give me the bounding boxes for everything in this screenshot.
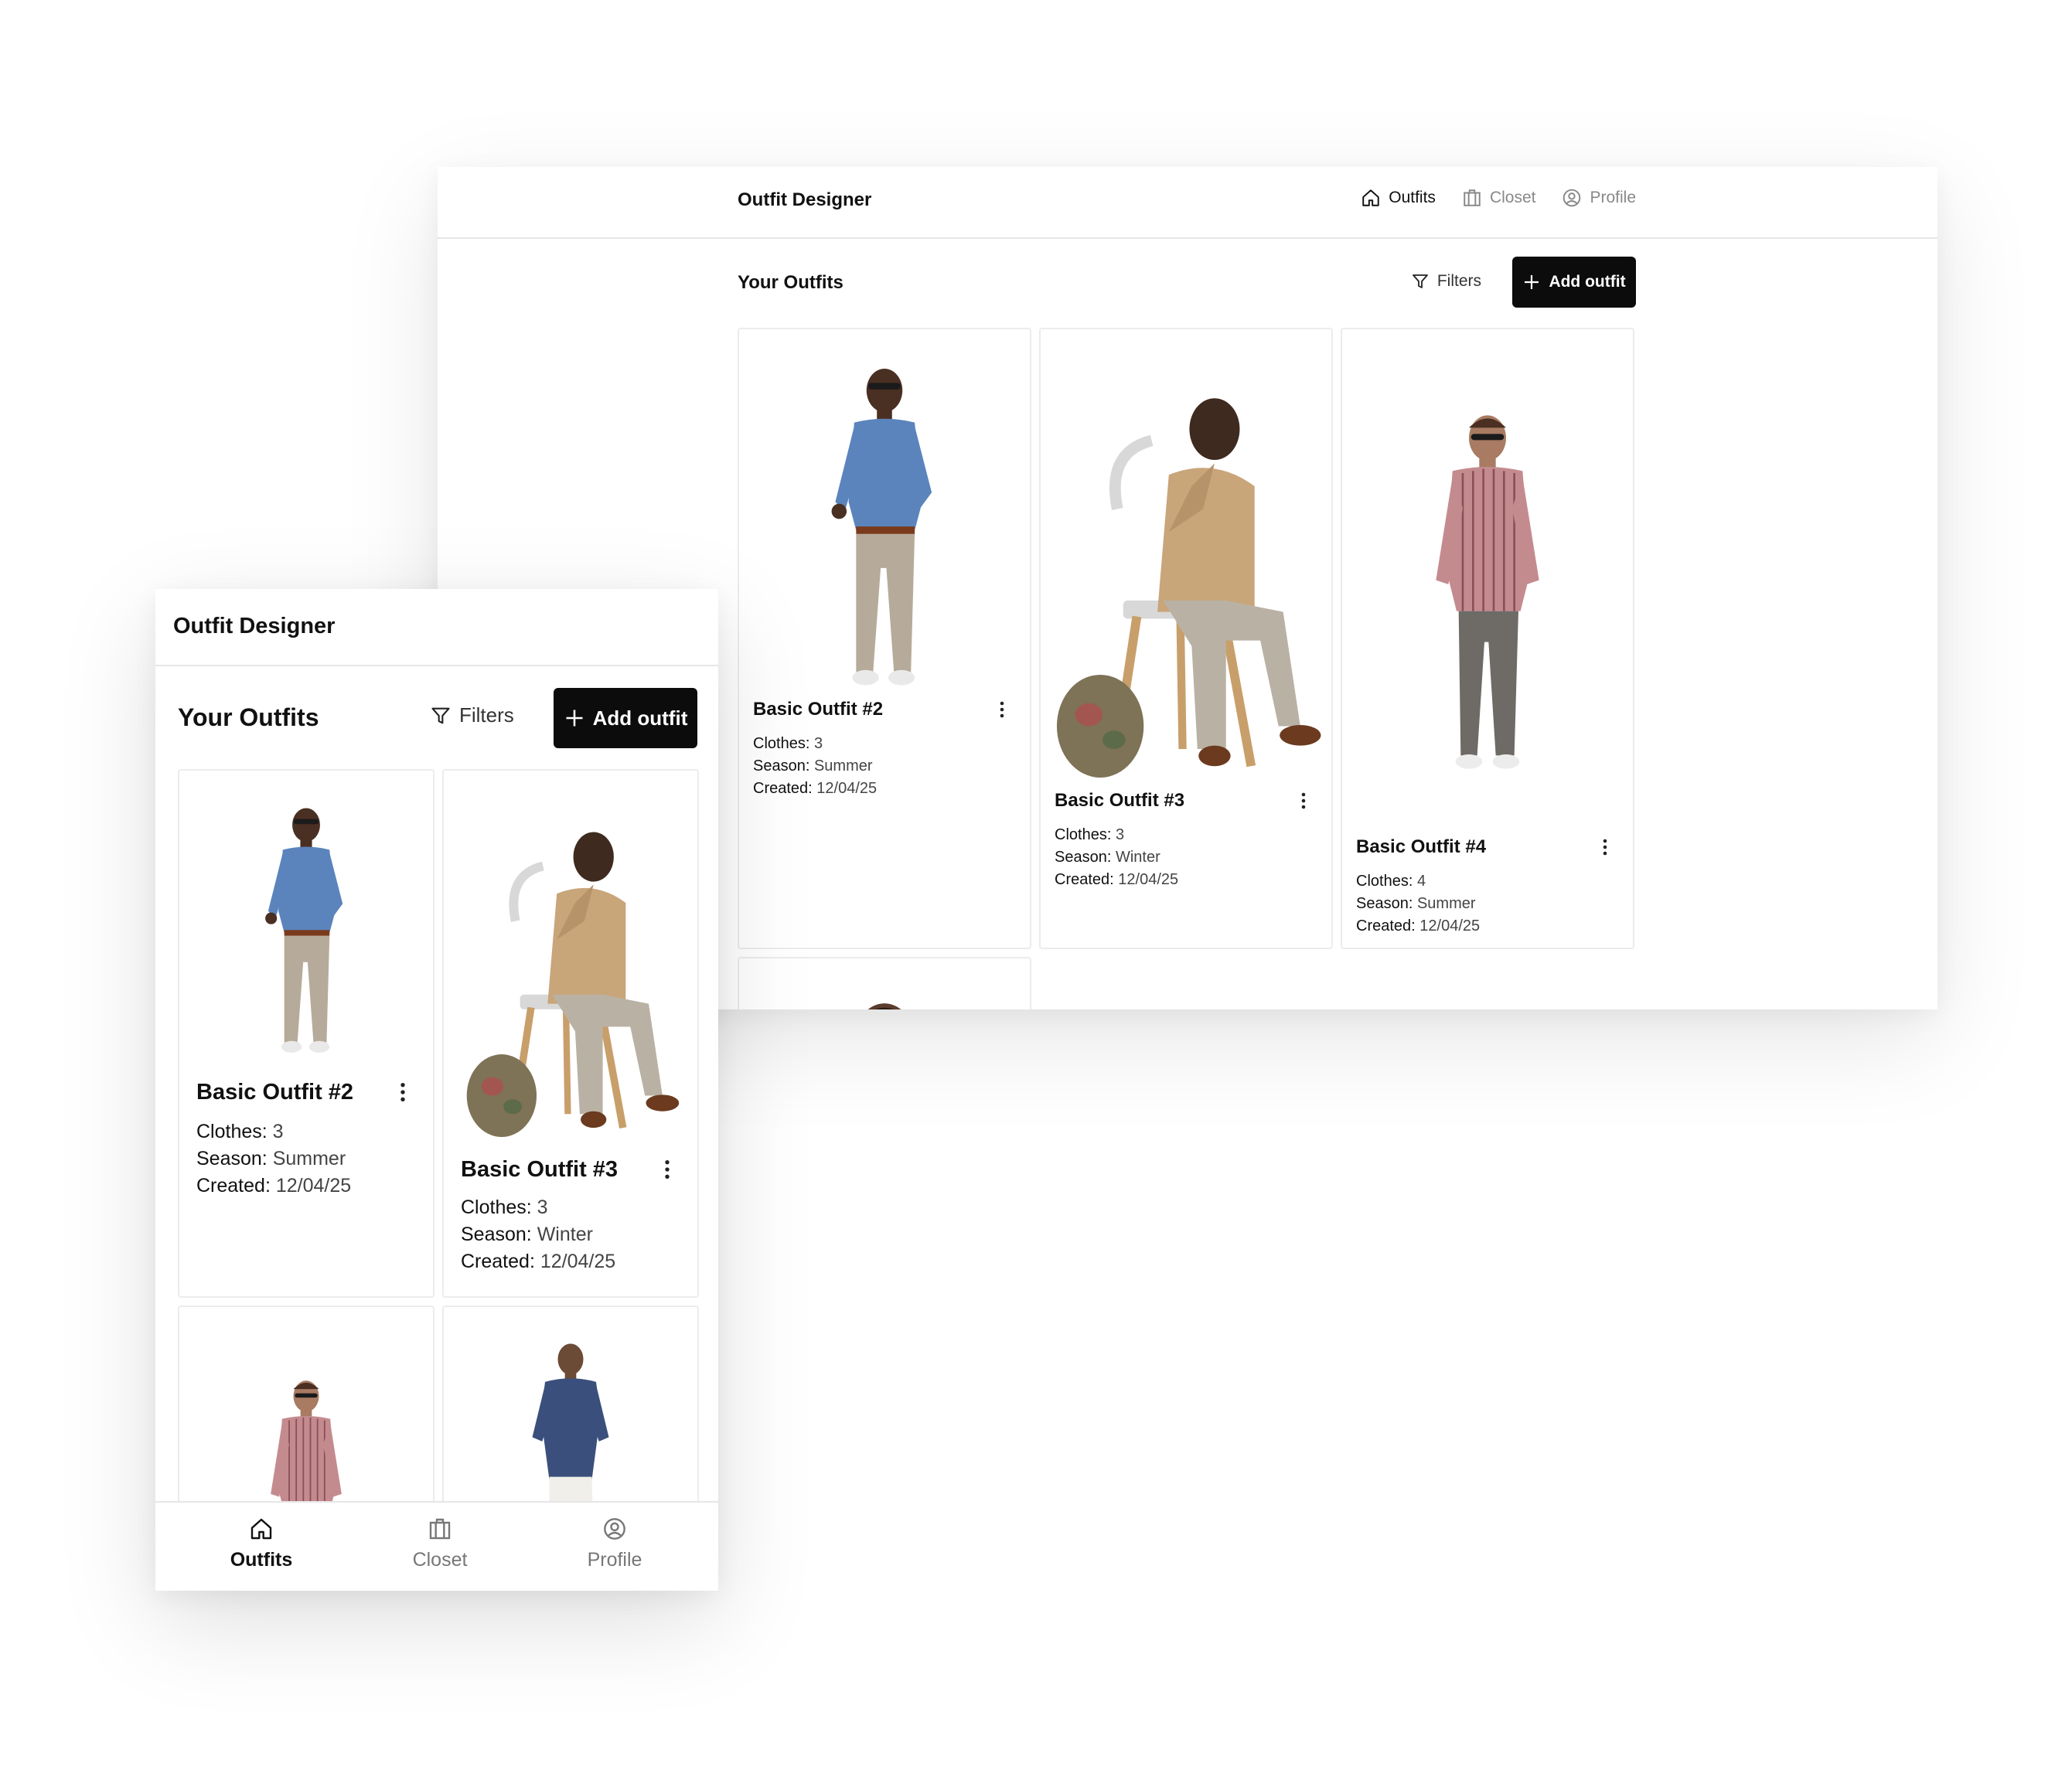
more-options-icon[interactable] [1300,791,1307,810]
outfit-meta: Clothes: 3 Season: Summer Created: 12/04… [753,733,877,800]
clothes-row: Clothes: 3 [1055,826,1125,843]
outfit-card[interactable] [738,957,1031,1009]
season-row: Season: Summer [1356,895,1476,912]
add-outfit-label: Add outfit [592,706,688,730]
nav-outfits-label: Outfits [1389,189,1436,206]
tab-profile[interactable]: Profile [537,1517,692,1571]
filters-button[interactable]: Filters [430,703,514,727]
outfit-card[interactable]: Basic Outfit #4 Clothes: 4 Season: Summe… [1341,328,1634,949]
season-row: Season: Summer [753,757,873,774]
profile-icon [1563,189,1581,207]
outfit-photo [831,369,932,686]
nav-closet[interactable]: Closet [1462,188,1536,208]
outfit-photo [265,808,343,1053]
nav-closet-label: Closet [1489,189,1536,206]
filters-label: Filters [459,703,514,727]
outfit-meta: Clothes: 3 Season: Winter Created: 12/04… [461,1194,615,1275]
created-row: Created: 12/04/25 [1055,871,1179,888]
outfit-photo [1041,383,1331,778]
created-row: Created: 12/04/25 [753,780,878,797]
clothes-row: Clothes: 3 [196,1121,284,1142]
mobile-window: Outfit Designer Your Outfits Filters Add… [155,589,718,1591]
outfit-card[interactable]: Basic Outfit #2 Clothes: 3 Season: Summe… [738,328,1031,949]
home-icon [1362,189,1379,206]
outfit-photo [1435,414,1540,770]
outfit-card[interactable]: Basic Outfit #2 Clothes: 3 Season: Summe… [178,769,435,1298]
closet-icon [429,1518,451,1540]
plus-icon [1525,275,1539,289]
season-row: Season: Summer [196,1148,346,1169]
outfit-name: Basic Outfit #3 [461,1157,619,1182]
more-options-icon[interactable] [399,1081,407,1103]
clothes-row: Clothes: 4 [1356,873,1426,890]
tab-profile-label: Profile [587,1549,642,1571]
outfit-name: Basic Outfit #3 [1055,790,1185,811]
add-outfit-label: Add outfit [1549,273,1626,291]
outfits-toolbar: Your Outfits Filters Add outfit [738,257,1636,308]
tab-closet[interactable]: Closet [363,1517,517,1571]
nav-profile-label: Profile [1590,189,1636,206]
bottom-nav: Outfits Closet Profile [155,1501,718,1591]
top-bar: Outfit Designer Outfits Closet Profile [438,167,1937,239]
outfit-name: Basic Outfit #2 [196,1080,354,1105]
more-options-icon[interactable] [1602,838,1608,856]
top-nav: Outfits Closet Profile [1361,188,1636,208]
filter-icon [1412,274,1428,288]
plus-icon [566,710,583,727]
nav-outfits[interactable]: Outfits [1361,188,1436,208]
clothes-row: Clothes: 3 [753,735,823,752]
outfit-meta: Clothes: 4 Season: Summer Created: 12/04… [1356,870,1480,938]
home-icon [250,1518,272,1540]
profile-icon [604,1518,625,1540]
closet-icon [1464,189,1481,206]
app-title: Outfit Designer [738,189,872,210]
app-title: Outfit Designer [173,614,336,638]
outfit-meta: Clothes: 3 Season: Summer Created: 12/04… [196,1118,351,1200]
filter-icon [431,707,450,723]
outfit-name: Basic Outfit #2 [753,699,884,720]
outfit-photo [444,820,697,1137]
filters-button[interactable]: Filters [1411,272,1481,291]
outfit-meta: Clothes: 3 Season: Winter Created: 12/04… [1055,824,1178,891]
more-options-icon[interactable] [663,1159,671,1180]
add-outfit-button[interactable]: Add outfit [1512,257,1636,308]
add-outfit-button[interactable]: Add outfit [554,688,697,748]
tab-outfits-label: Outfits [230,1549,293,1571]
season-row: Season: Winter [1055,849,1160,866]
created-row: Created: 12/04/25 [1356,917,1481,934]
created-row: Created: 12/04/25 [461,1251,616,1272]
created-row: Created: 12/04/25 [196,1175,352,1197]
clothes-row: Clothes: 3 [461,1197,548,1218]
filters-label: Filters [1436,272,1481,290]
more-options-icon[interactable] [999,700,1005,719]
outfit-card[interactable]: Basic Outfit #3 Clothes: 3 Season: Winte… [1039,328,1333,949]
outfit-name: Basic Outfit #4 [1356,836,1487,857]
outfit-card[interactable]: Basic Outfit #3 Clothes: 3 Season: Winte… [442,769,699,1298]
tab-outfits[interactable]: Outfits [184,1517,339,1571]
mobile-top-bar: Outfit Designer [155,589,718,666]
season-row: Season: Winter [461,1224,593,1245]
section-title: Your Outfits [178,703,319,731]
nav-profile[interactable]: Profile [1562,188,1636,208]
outfit-photo [855,1003,914,1009]
tab-closet-label: Closet [412,1549,468,1571]
section-title: Your Outfits [738,272,843,293]
